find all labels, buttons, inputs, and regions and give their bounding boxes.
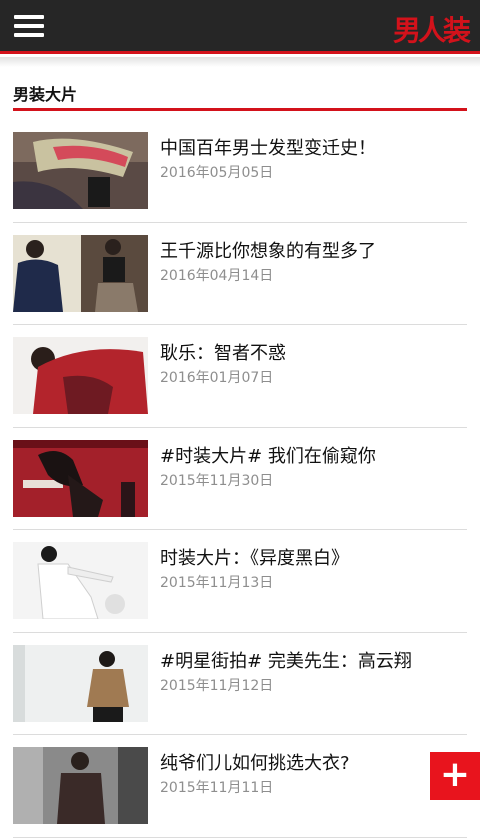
article-item[interactable]: 中国百年男士发型变迁史！ 2016年05月05日 (13, 120, 467, 223)
article-item[interactable]: 耿乐：智者不惑 2016年01月07日 (13, 325, 467, 428)
app-logo[interactable]: 男人装 (393, 9, 471, 49)
article-item[interactable]: 时装大片：《异度黑白》 2015年11月13日 (13, 530, 467, 633)
article-thumbnail[interactable] (13, 337, 148, 414)
article-thumbnail[interactable] (13, 234, 148, 312)
top-bar: 男人装 (0, 0, 480, 54)
hamburger-menu-icon[interactable] (14, 14, 44, 38)
article-item[interactable]: #时装大片# 我们在偷窥你 2015年11月30日 (13, 428, 467, 530)
article-date: 2016年04月14日 (160, 267, 274, 284)
article-thumbnail[interactable] (13, 644, 148, 722)
add-button[interactable]: + (430, 752, 480, 800)
article-title[interactable]: 王千源比你想象的有型多了 (160, 237, 376, 263)
article-date: 2016年01月07日 (160, 370, 274, 386)
article-thumbnail[interactable] (13, 747, 148, 824)
article-title[interactable]: #时装大片# 我们在偷窥你 (160, 442, 376, 468)
article-item[interactable]: 王千源比你想象的有型多了 2016年04月14日 (13, 223, 467, 325)
article-item[interactable]: 纯爷们儿如何挑选大衣? 2015年11月11日 (13, 735, 467, 838)
article-thumbnail[interactable] (13, 542, 148, 619)
article-title[interactable]: 中国百年男士发型变迁史！ (160, 134, 376, 160)
article-date: 2015年11月13日 (160, 575, 274, 591)
article-thumbnail[interactable] (13, 132, 148, 209)
article-date: 2015年11月12日 (160, 677, 274, 694)
article-date: 2016年05月05日 (160, 165, 274, 181)
section-header: 男装大片 (13, 84, 467, 111)
plus-icon: + (439, 754, 471, 795)
article-title[interactable]: 时装大片：《异度黑白》 (160, 544, 349, 570)
article-date: 2015年11月30日 (160, 472, 274, 489)
article-item[interactable]: #明星街拍# 完美先生：高云翔 2015年11月12日 (13, 633, 467, 735)
article-title[interactable]: #明星街拍# 完美先生：高云翔 (160, 647, 412, 673)
header-shadow (0, 57, 480, 67)
section-title: 男装大片 (13, 85, 78, 104)
article-thumbnail[interactable] (13, 439, 148, 517)
article-title[interactable]: 纯爷们儿如何挑选大衣? (160, 749, 350, 775)
article-list: 中国百年男士发型变迁史！ 2016年05月05日 王千源比你想象的有型多了 20… (13, 120, 467, 838)
article-date: 2015年11月11日 (160, 780, 274, 796)
article-title[interactable]: 耿乐：智者不惑 (160, 339, 286, 365)
